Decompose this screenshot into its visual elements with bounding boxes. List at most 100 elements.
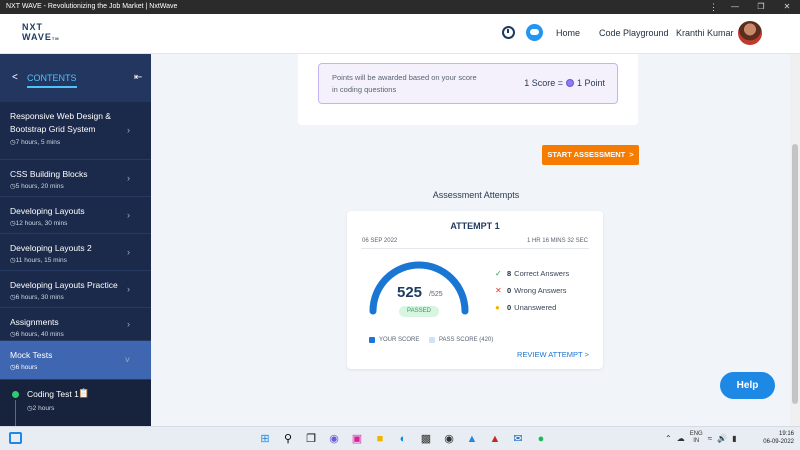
sidebar-course-item[interactable]: Developing Layouts Practice 6 hours, 30 m… — [0, 271, 151, 308]
course-duration: 5 hours, 20 mins — [10, 182, 64, 190]
clipboard-icon: 📋 — [78, 388, 90, 398]
task-view-icon[interactable]: ❐ — [302, 430, 320, 448]
user-name[interactable]: Kranthi Kumar — [676, 28, 734, 38]
course-title: Mock Tests — [10, 350, 53, 360]
mail-icon[interactable]: ✉ — [509, 430, 527, 448]
taskbar: ⊞ ⚲ ❐ ◉ ▣ ■ ◐ ▩ ◉ ▲ ▲ ✉ ● ⌃ ☁ ENG IN ≈ 🔊… — [0, 426, 800, 450]
points-info-box: Points will be awarded based on your sco… — [318, 63, 618, 104]
maximize-button[interactable]: ❐ — [748, 0, 774, 14]
chevron-down-icon: ˅ — [124, 354, 130, 365]
course-title: Developing Layouts — [10, 206, 85, 216]
unanswered-count: 0 — [507, 303, 512, 312]
wifi-icon[interactable]: ≈ — [708, 434, 712, 443]
score-conversion: 1 Score = 1 Point — [524, 78, 605, 88]
attempt-card: ATTEMPT 1 06 SEP 2022 1 HR 16 MINS 32 SE… — [347, 211, 603, 369]
course-duration: 11 hours, 15 mins — [10, 256, 67, 264]
collapse-sidebar-icon[interactable]: ⇤ — [134, 72, 142, 83]
window-title-bar: NXT WAVE - Revolutionizing the Job Marke… — [0, 0, 800, 14]
course-duration: 12 hours, 30 mins — [10, 219, 68, 227]
security-icon[interactable]: ▲ — [486, 430, 504, 448]
search-icon[interactable]: ⚲ — [279, 430, 297, 448]
course-title: Assignments — [10, 317, 59, 327]
chat-app-icon[interactable]: ◉ — [325, 430, 343, 448]
back-chevron-icon[interactable]: < — [12, 72, 18, 83]
help-button[interactable]: Help — [720, 372, 775, 399]
review-attempt-link[interactable]: REVIEW ATTEMPT > — [517, 350, 589, 359]
divider — [361, 248, 589, 249]
correct-label: Correct Answers — [514, 269, 570, 278]
cloud-icon[interactable]: ☁ — [677, 434, 685, 443]
sidebar-course-item[interactable]: Responsive Web Design & Bootstrap Grid S… — [0, 102, 151, 160]
attempt-time-taken: 1 HR 16 MINS 32 SEC — [526, 238, 588, 244]
sidebar-course-item[interactable]: Developing Layouts 12 hours, 30 mins › — [0, 197, 151, 234]
start-assessment-button[interactable]: START ASSESSMENT > — [542, 145, 639, 165]
file-explorer-icon[interactable]: ■ — [371, 430, 389, 448]
chevron-right-icon: › — [127, 283, 130, 294]
clock-date: 06-09-2022 — [763, 439, 794, 445]
legend-pass-score: PASS SCORE (420) — [429, 337, 493, 343]
dot-icon: ● — [495, 303, 500, 312]
points-info-text: Points will be awarded based on your sco… — [332, 73, 477, 94]
close-button[interactable]: ✕ — [774, 0, 800, 14]
minimize-button[interactable]: — — [722, 0, 748, 14]
nav-home[interactable]: Home — [556, 28, 580, 38]
contents-label[interactable]: CONTENTS — [27, 73, 77, 88]
attempt-title: ATTEMPT 1 — [450, 221, 500, 231]
sub-item-title: Coding Test 1 — [27, 389, 79, 399]
cross-icon: ✕ — [495, 286, 502, 295]
course-duration: 6 hours — [10, 363, 38, 371]
logo-tm: TM — [51, 36, 60, 41]
battery-icon[interactable]: ▮ — [732, 434, 736, 443]
completed-dot-icon — [12, 391, 19, 398]
chat-icon[interactable] — [526, 24, 543, 41]
sidebar-course-item[interactable]: Mock Tests 6 hours ˅ — [0, 341, 151, 380]
sidebar-course-item[interactable]: CSS Building Blocks 5 hours, 20 mins › — [0, 160, 151, 197]
store-icon[interactable]: ▩ — [417, 430, 435, 448]
main-content: Points will be awarded based on your sco… — [151, 54, 790, 426]
score-conversion-right: 1 Point — [576, 78, 605, 88]
nxtwave-logo[interactable]: NXT WAVETM — [22, 22, 60, 44]
nav-code-playground[interactable]: Code Playground — [599, 28, 669, 38]
window-title: NXT WAVE - Revolutionizing the Job Marke… — [6, 3, 178, 10]
language-indicator[interactable]: ENG IN — [690, 431, 703, 445]
widgets-icon[interactable] — [9, 432, 22, 444]
edge-browser-icon[interactable]: ◐ — [394, 430, 412, 448]
sidebar-course-item[interactable]: Developing Layouts 2 11 hours, 15 mins › — [0, 234, 151, 271]
chevron-right-icon: › — [127, 125, 130, 135]
score-conversion-left: 1 Score = — [524, 78, 563, 88]
chevron-up-icon[interactable]: ⌃ — [665, 434, 672, 443]
taskbar-apps: ⊞ ⚲ ❐ ◉ ▣ ■ ◐ ▩ ◉ ▲ ▲ ✉ ● — [256, 430, 550, 448]
dell-icon[interactable]: ◉ — [440, 430, 458, 448]
info-card: Points will be awarded based on your sco… — [298, 54, 638, 125]
timer-icon[interactable] — [502, 26, 515, 39]
unanswered-label: Unanswered — [514, 303, 557, 312]
more-options-icon[interactable]: ⋮ — [709, 0, 718, 14]
sidebar: < CONTENTS ⇤ Responsive Web Design & Boo… — [0, 54, 151, 426]
attempts-heading: Assessment Attempts — [432, 190, 520, 200]
score-total: /525 — [429, 291, 443, 298]
status-badge: PASSED — [399, 306, 439, 317]
taskbar-clock[interactable]: 19:16 06-09-2022 — [758, 430, 794, 446]
course-duration: 6 hours, 40 mins — [10, 330, 64, 338]
course-title: CSS Building Blocks — [10, 169, 88, 179]
start-icon[interactable]: ⊞ — [256, 430, 274, 448]
scrollbar[interactable] — [790, 54, 800, 426]
language-line-2: IN — [693, 438, 700, 444]
course-title: Developing Layouts Practice — [10, 280, 118, 290]
review-attempt-label: REVIEW ATTEMPT — [516, 350, 583, 359]
course-duration: 7 hours, 5 mins — [10, 138, 60, 146]
sidebar-course-item[interactable]: Assignments 6 hours, 40 mins › — [0, 308, 151, 341]
avatar[interactable] — [738, 21, 762, 45]
timeline-line — [15, 400, 16, 426]
photos-icon[interactable]: ▲ — [463, 430, 481, 448]
contents-header: < CONTENTS ⇤ — [0, 54, 151, 102]
unanswered-row: ● 0 Unanswered — [495, 303, 556, 312]
sub-item-duration: 2 hours — [27, 404, 55, 412]
sub-item-coding-test-1[interactable]: Coding Test 1 📋 2 hours — [0, 380, 151, 426]
instagram-icon[interactable]: ▣ — [348, 430, 366, 448]
scrollbar-thumb[interactable] — [792, 144, 798, 404]
chevron-right-icon: › — [127, 246, 130, 257]
volume-icon[interactable]: 🔊 — [717, 434, 727, 443]
attempt-date: 06 SEP 2022 — [362, 238, 398, 244]
spotify-icon[interactable]: ● — [532, 430, 550, 448]
